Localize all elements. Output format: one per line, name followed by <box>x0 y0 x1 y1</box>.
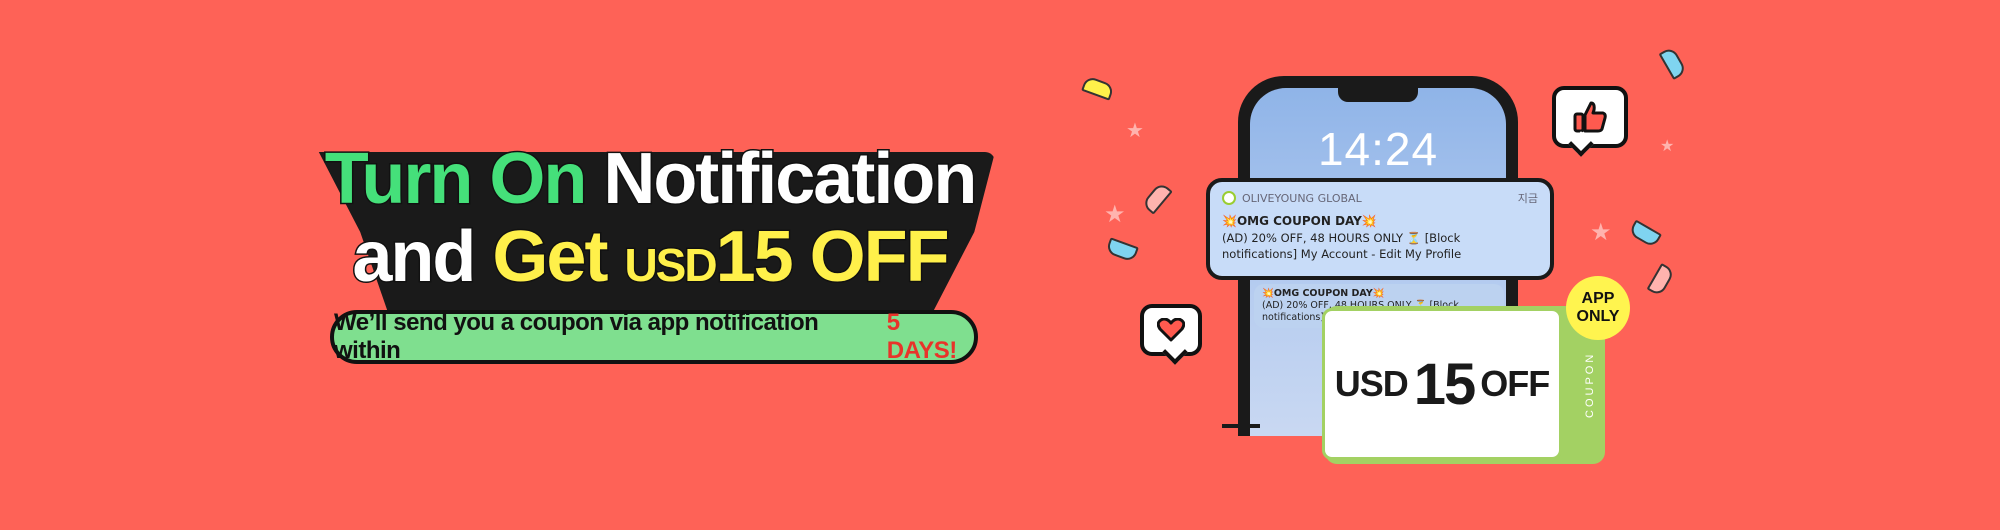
subtitle-highlight: 5 DAYS! <box>886 309 957 364</box>
secondary-notification-title: 💥OMG COUPON DAY💥 <box>1262 288 1385 299</box>
badge-line-1: APP <box>1581 290 1615 307</box>
coupon-stub-label: COUPON <box>1584 351 1596 419</box>
coupon-amount: 15 <box>1413 351 1476 417</box>
star-icon: ★ <box>1660 138 1675 155</box>
notification-app-name: OLIVEYOUNG GLOBAL <box>1242 191 1362 205</box>
phone-base <box>1222 424 1260 428</box>
headline-and-text: and <box>351 217 478 298</box>
notification-body: (AD) 20% OFF, 48 HOURS ONLY ⏳ [Block not… <box>1222 231 1462 261</box>
coupon-currency: USD <box>1334 363 1409 404</box>
heart-bubble <box>1140 304 1202 356</box>
headline-get-text: Get <box>491 217 610 298</box>
star-icon: ★ <box>1590 219 1612 246</box>
confetti-icon <box>1628 219 1662 249</box>
confetti-icon <box>1646 263 1676 297</box>
headline-green-text: Turn On <box>323 139 589 220</box>
coupon-off: OFF <box>1480 363 1550 404</box>
notification-title: 💥OMG COUPON DAY💥 <box>1222 214 1377 228</box>
confetti-icon <box>1658 46 1688 80</box>
headline-currency: USD <box>623 238 719 293</box>
thumbs-up-bubble <box>1552 86 1628 148</box>
coupon-card: USD 15 OFF <box>1322 308 1562 460</box>
confetti-icon <box>1141 181 1173 215</box>
star-icon: ★ <box>1104 201 1126 228</box>
heart-icon <box>1157 318 1185 342</box>
badge-line-2: ONLY <box>1576 308 1620 325</box>
phone-notch <box>1338 88 1418 102</box>
headline-amount: 15 OFF <box>714 217 951 298</box>
thumbs-up-icon <box>1573 101 1607 133</box>
confetti-icon <box>1105 237 1139 263</box>
headline-line-2: and Get USD15 OFF <box>300 217 1000 304</box>
star-icon: ★ <box>1126 120 1144 142</box>
headline-white-text: Notification <box>602 139 979 220</box>
subtitle-pill: We’ll send you a coupon via app notifica… <box>330 309 978 364</box>
headline-line-1: Turn On Notification <box>300 139 1000 220</box>
notification-app: OLIVEYOUNG GLOBAL <box>1222 191 1362 205</box>
subtitle-text: We’ll send you a coupon via app notifica… <box>334 309 819 364</box>
confetti-icon <box>1081 75 1115 101</box>
app-icon <box>1222 191 1236 205</box>
notification-time: 지금 <box>1517 192 1538 205</box>
notification-header: OLIVEYOUNG GLOBAL 지금 <box>1222 190 1538 206</box>
app-only-badge: APP ONLY <box>1566 276 1630 340</box>
headline: Turn On Notification and Get USD15 OFF <box>300 139 1000 304</box>
push-notification[interactable]: OLIVEYOUNG GLOBAL 지금 💥OMG COUPON DAY💥 (A… <box>1206 178 1554 280</box>
lockscreen-clock: 14:24 <box>1317 123 1439 175</box>
